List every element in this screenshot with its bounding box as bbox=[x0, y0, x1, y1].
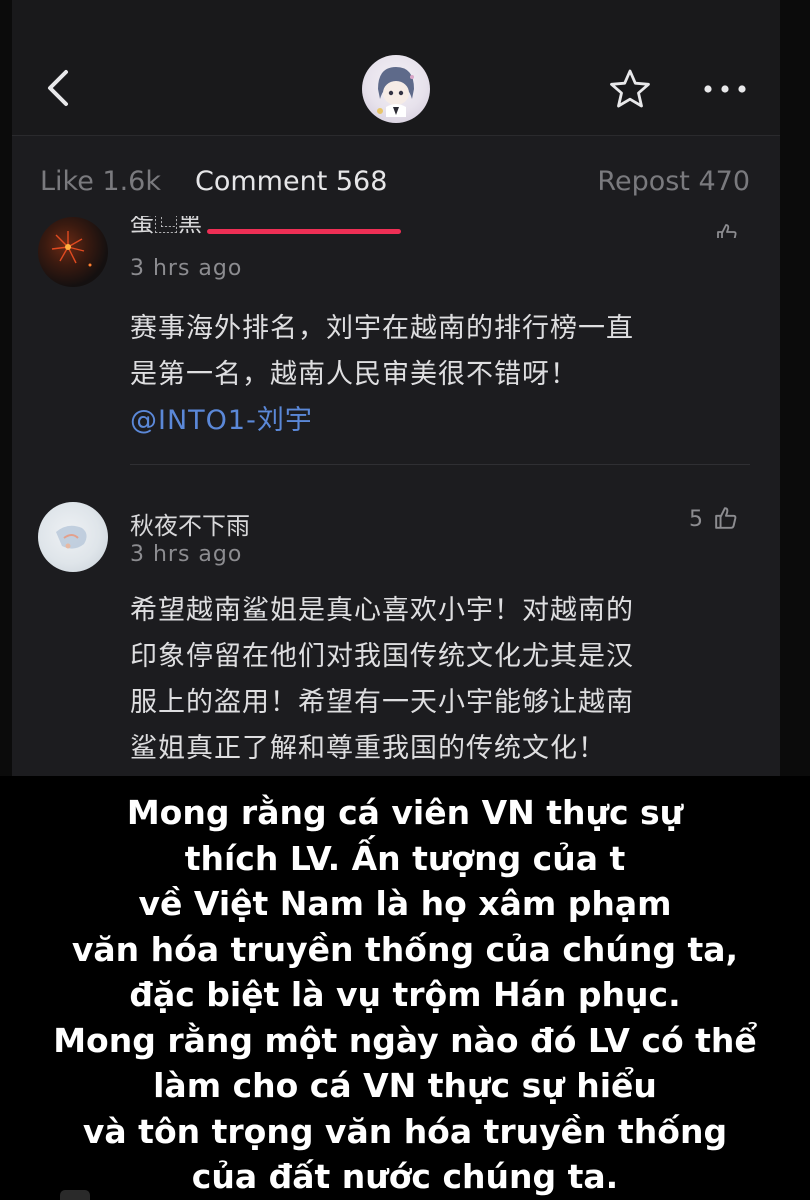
caption-text: Mong rằng cá viên VN thực sự thích LV. Ấ… bbox=[20, 790, 790, 1200]
star-outline-icon[interactable] bbox=[609, 68, 651, 110]
caption-line: Mong rằng cá viên VN thực sự bbox=[126, 793, 684, 832]
caption-line: Mong rằng một ngày nào đó LV có thể bbox=[53, 1020, 757, 1060]
like-count: 5 bbox=[689, 507, 703, 532]
comment-avatar[interactable] bbox=[38, 217, 108, 287]
comment-text-line: 希望越南鲨姐是真心喜欢小宇！对越南的 bbox=[130, 595, 634, 626]
comment-author[interactable]: 秋夜不下雨 bbox=[130, 506, 250, 541]
comment-timestamp: 3 hrs ago bbox=[130, 256, 243, 281]
caption-line: và tôn trọng văn hóa truyền thống bbox=[82, 1111, 728, 1151]
comment-text-line: 是第一名，越南人民审美很不错呀！ bbox=[130, 359, 578, 390]
profile-avatar[interactable] bbox=[362, 55, 430, 123]
translation-caption: Mong rằng cá viên VN thực sự thích LV. Ấ… bbox=[0, 776, 810, 1200]
comment-body: 赛事海外排名，刘宇在越南的排行榜一直 是第一名，越南人民审美很不错呀！ @INT… bbox=[130, 306, 750, 444]
tab-like[interactable]: Like 1.6k bbox=[40, 166, 161, 197]
caption-line: đặc biệt là vụ trộm Hán phục. bbox=[129, 975, 681, 1014]
comment-text-line: 赛事海外排名，刘宇在越南的排行榜一直 bbox=[130, 313, 634, 344]
caption-line: văn hóa truyền thống của chúng ta, bbox=[71, 929, 739, 969]
caption-line: về Việt Nam là họ xâm phạm bbox=[138, 884, 672, 923]
caption-line: của đất nước chúng ta. bbox=[191, 1157, 619, 1196]
comment-like-button[interactable] bbox=[716, 222, 738, 238]
avatar-illustration bbox=[377, 67, 414, 117]
mention-link[interactable]: @INTO1-刘宇 bbox=[130, 398, 750, 444]
scroll-indicator bbox=[60, 1190, 90, 1200]
comment-timestamp: 3 hrs ago bbox=[130, 542, 243, 567]
comment-body: 希望越南鲨姐是真心喜欢小宇！对越南的 印象停留在他们对我国传统文化尤其是汉 服上… bbox=[130, 588, 750, 772]
tab-bar: Like 1.6k Comment 568 Repost 470 bbox=[12, 136, 780, 236]
tab-comment[interactable]: Comment 568 bbox=[195, 166, 387, 197]
tab-repost[interactable]: Repost 470 bbox=[597, 166, 750, 197]
top-bar bbox=[12, 0, 780, 136]
thumbs-up-icon bbox=[717, 224, 737, 238]
thumbs-up-icon bbox=[715, 507, 737, 529]
fireworks-image bbox=[51, 231, 92, 267]
active-tab-indicator bbox=[207, 229, 401, 234]
avatar-image bbox=[56, 525, 87, 549]
caption-line: làm cho cá VN thực sự hiểu bbox=[153, 1066, 657, 1105]
comment-like-button[interactable]: 5 bbox=[689, 506, 738, 532]
comment-avatar[interactable] bbox=[38, 502, 108, 572]
more-horizontal-icon[interactable] bbox=[702, 82, 748, 96]
chevron-left-icon[interactable] bbox=[40, 68, 80, 108]
comment-text-line: 印象停留在他们对我国传统文化尤其是汉 bbox=[130, 641, 634, 672]
comment-author[interactable]: 蛋⿺黑 bbox=[130, 216, 202, 236]
comment-text-line: 鲨姐真正了解和尊重我国的传统文化！ bbox=[130, 733, 606, 764]
comment-divider bbox=[130, 464, 750, 465]
comment-text-line: 服上的盗用！希望有一天小宇能够让越南 bbox=[130, 687, 634, 718]
caption-line: thích LV. Ấn tượng của t bbox=[184, 838, 626, 878]
